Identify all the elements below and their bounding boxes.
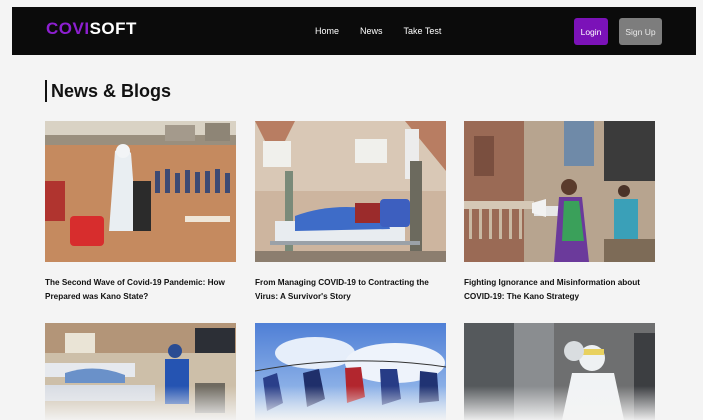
article-image-2[interactable] xyxy=(255,121,446,262)
health-workers-ppe-photo xyxy=(464,323,655,420)
navbar: COVISOFT Home News Take Test Login Sign … xyxy=(12,7,696,55)
brand-logo[interactable]: COVISOFT xyxy=(46,19,137,39)
article-card-1[interactable]: The Second Wave of Covid-19 Pandemic: Ho… xyxy=(45,121,236,304)
main-nav: Home News Take Test xyxy=(315,7,462,55)
brand-logo-soft: SOFT xyxy=(89,19,137,38)
article-card-3[interactable]: Fighting Ignorance and Misinformation ab… xyxy=(464,121,655,304)
article-card-2[interactable]: From Managing COVID-19 to Contracting th… xyxy=(255,121,446,304)
article-image-4[interactable] xyxy=(45,323,236,420)
article-image-6[interactable] xyxy=(464,323,655,420)
article-card-6[interactable] xyxy=(464,323,655,420)
nav-link-home[interactable]: Home xyxy=(315,26,339,36)
article-image-5[interactable] xyxy=(255,323,446,420)
hospital-field-photo xyxy=(45,121,236,262)
hospital-ward-photo xyxy=(255,121,446,262)
section-title: News & Blogs xyxy=(45,80,171,102)
article-card-4[interactable] xyxy=(45,323,236,420)
article-card-5[interactable] xyxy=(255,323,446,420)
nav-link-take-test[interactable]: Take Test xyxy=(404,26,442,36)
login-button[interactable]: Login xyxy=(574,18,608,45)
article-title-2[interactable]: From Managing COVID-19 to Contracting th… xyxy=(255,276,446,304)
isolation-ward-photo xyxy=(45,323,236,420)
street-megaphone-photo xyxy=(464,121,655,262)
article-image-3[interactable] xyxy=(464,121,655,262)
brand-logo-covi: COVI xyxy=(46,19,90,38)
article-title-1[interactable]: The Second Wave of Covid-19 Pandemic: Ho… xyxy=(45,276,236,304)
masks-on-line-photo xyxy=(255,323,446,420)
article-title-3[interactable]: Fighting Ignorance and Misinformation ab… xyxy=(464,276,655,304)
nav-link-news[interactable]: News xyxy=(360,26,383,36)
signup-button[interactable]: Sign Up xyxy=(619,18,662,45)
article-image-1[interactable] xyxy=(45,121,236,262)
